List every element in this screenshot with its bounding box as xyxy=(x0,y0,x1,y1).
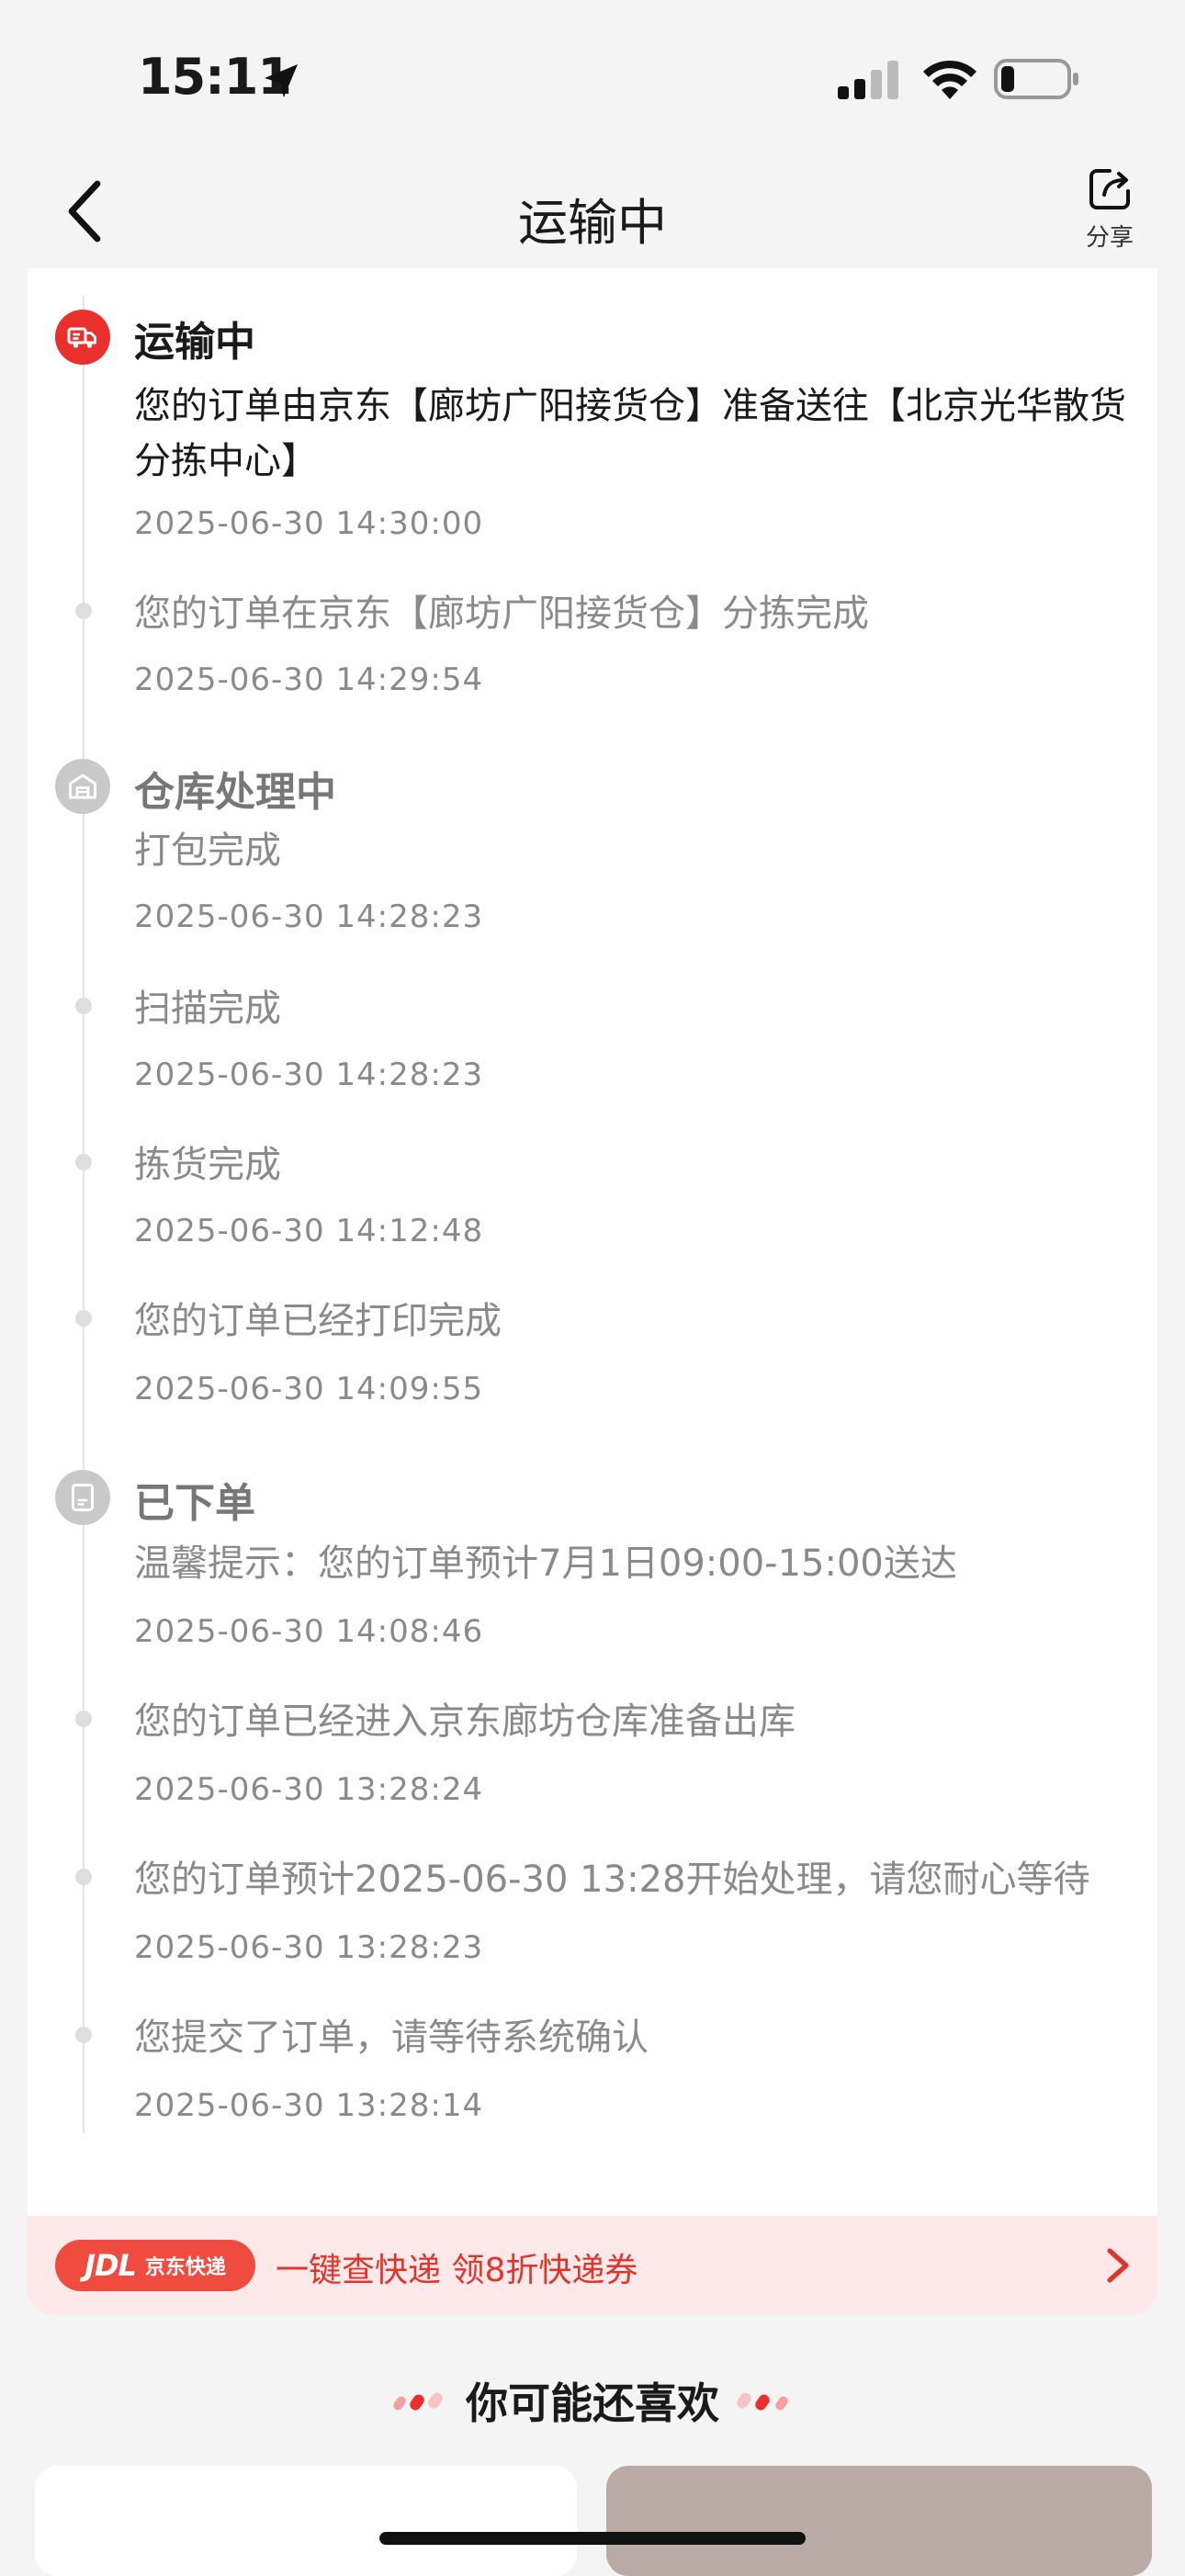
wifi-icon xyxy=(923,60,976,99)
event-time: 2025-06-30 14:28:23 xyxy=(134,898,484,935)
jdl-badge-label: 京东快递 xyxy=(144,2256,226,2279)
stage-title-in-transit: 运输中 xyxy=(134,319,255,366)
share-button[interactable]: 分享 xyxy=(1073,164,1146,265)
recommend-product-card[interactable] xyxy=(35,2466,577,2576)
timeline-dot xyxy=(75,1154,92,1170)
stage-title-warehouse: 仓库处理中 xyxy=(134,769,336,816)
timeline-dot xyxy=(75,998,92,1014)
event-time: 2025-06-30 14:29:54 xyxy=(134,661,484,698)
express-promo-banner[interactable]: JDL 京东快递 一键查快递 领8折快递券 xyxy=(28,2216,1157,2315)
location-arrow-icon xyxy=(265,64,298,97)
recommend-product-card[interactable] xyxy=(606,2466,1152,2576)
jdl-logo: JDL xyxy=(85,2248,137,2283)
share-icon xyxy=(1089,169,1130,209)
event-text: 您的订单已经打印完成 xyxy=(134,1300,502,1342)
chevron-right-icon xyxy=(1107,2248,1129,2283)
timeline-line xyxy=(83,296,85,2133)
timeline-dot xyxy=(75,1869,92,1885)
cellular-signal-icon xyxy=(838,61,898,99)
timeline-dot xyxy=(75,1310,92,1327)
status-bar: 15:11 xyxy=(0,0,1185,156)
recommend-title: 你可能还喜欢 xyxy=(466,2378,719,2428)
page-title: 运输中 xyxy=(518,194,667,252)
order-doc-icon xyxy=(55,1470,110,1525)
event-text: 您的订单预计2025-06-30 13:28开始处理，请您耐心等待 xyxy=(134,1859,1090,1901)
sparkle-decoration-icon xyxy=(737,2392,788,2411)
event-time: 2025-06-30 13:28:23 xyxy=(134,1929,484,1966)
event-text: 拣货完成 xyxy=(134,1144,281,1186)
event-time: 2025-06-30 13:28:14 xyxy=(134,2087,484,2124)
event-text: 温馨提示：您的订单预计7月1日09:00-15:00送达 xyxy=(134,1542,957,1585)
timeline-dot xyxy=(75,1711,92,1727)
share-label: 分享 xyxy=(1085,224,1134,252)
logistics-timeline-card: 运输中 您的订单由京东【廊坊广阳接货仓】准备送往【北京光华散货分拣中心】 202… xyxy=(28,268,1157,2216)
warehouse-icon xyxy=(55,759,110,814)
event-time: 2025-06-30 14:30:00 xyxy=(134,505,484,542)
battery-low-icon xyxy=(994,59,1078,99)
stage-title-ordered: 已下单 xyxy=(134,1480,255,1527)
event-text: 您的订单已经进入京东廊坊仓库准备出库 xyxy=(134,1700,796,1743)
nav-bar: 运输中 分享 xyxy=(0,156,1185,266)
event-text: 您的订单在京东【廊坊广阳接货仓】分拣完成 xyxy=(134,593,869,635)
truck-icon xyxy=(55,310,110,365)
event-time: 2025-06-30 14:08:46 xyxy=(134,1613,484,1650)
timeline-dot xyxy=(75,2027,92,2043)
event-text: 您提交了订单，请等待系统确认 xyxy=(134,2017,649,2059)
event-text: 您的订单由京东【廊坊广阳接货仓】准备送往【北京光华散货分拣中心】 xyxy=(134,385,1126,482)
timeline-dot xyxy=(75,603,92,619)
jdl-express-badge: JDL 京东快递 xyxy=(55,2240,255,2291)
event-time: 2025-06-30 13:28:24 xyxy=(134,1771,484,1808)
event-time: 2025-06-30 14:12:48 xyxy=(134,1213,484,1249)
event-time: 2025-06-30 14:28:23 xyxy=(134,1056,484,1093)
event-text: 打包完成 xyxy=(134,830,281,872)
event-text: 扫描完成 xyxy=(134,988,281,1030)
home-indicator[interactable] xyxy=(379,2532,806,2545)
promo-text: 一键查快递 领8折快递券 xyxy=(276,2252,638,2289)
recommend-section-title: 你可能还喜欢 xyxy=(0,2370,1185,2431)
event-time: 2025-06-30 14:09:55 xyxy=(134,1371,484,1407)
